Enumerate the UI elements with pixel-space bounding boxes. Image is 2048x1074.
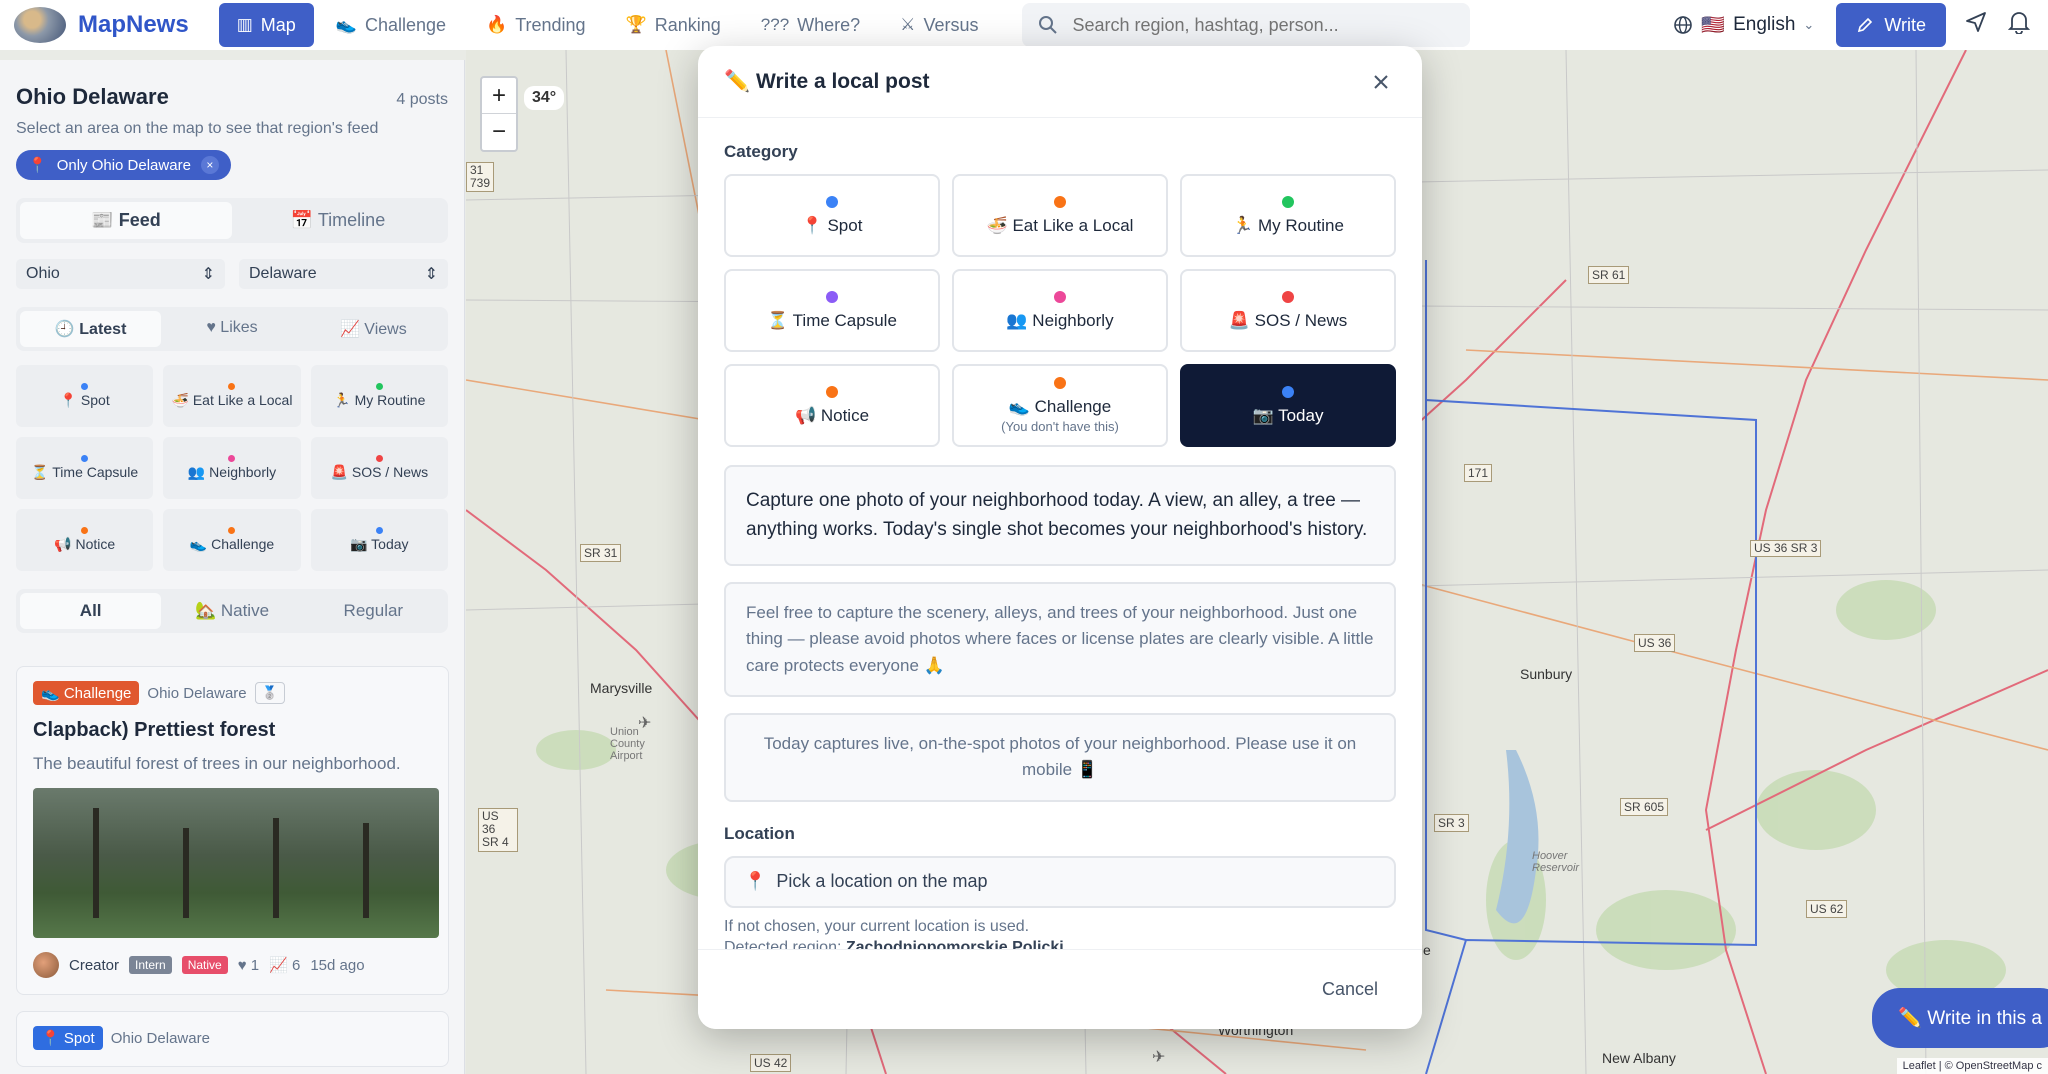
pin-icon: 📍 bbox=[744, 871, 767, 892]
modal-title-text: Write a local post bbox=[756, 69, 930, 93]
location-label: Location bbox=[724, 823, 795, 843]
modal-title: ✏️ Write a local post bbox=[724, 70, 930, 94]
category-option-label: 🏃 My Routine bbox=[1232, 215, 1344, 235]
pencil-icon: ✏️ bbox=[724, 69, 751, 93]
category-option[interactable]: 👥 Neighborly bbox=[952, 269, 1168, 352]
category-dot bbox=[1054, 377, 1066, 389]
write-post-modal: ✏️ Write a local post Category 📍 Spot 🍜 E… bbox=[698, 46, 1422, 1029]
modal-footer: Cancel bbox=[698, 949, 1422, 1029]
category-option[interactable]: ⏳ Time Capsule bbox=[724, 269, 940, 352]
category-option[interactable]: 🍜 Eat Like a Local bbox=[952, 174, 1168, 257]
category-option[interactable]: 🚨 SOS / News bbox=[1180, 269, 1396, 352]
category-options: 📍 Spot 🍜 Eat Like a Local 🏃 My Routine ⏳ Ti… bbox=[724, 174, 1396, 447]
category-option-label: 📢 Notice bbox=[794, 405, 870, 425]
category-dot bbox=[826, 385, 838, 398]
close-icon[interactable] bbox=[1366, 67, 1396, 97]
category-option-label: 👟 Challenge bbox=[1008, 397, 1112, 416]
cancel-button[interactable]: Cancel bbox=[1322, 979, 1378, 1000]
category-dot bbox=[1054, 195, 1066, 208]
category-option-note: (You don't have this) bbox=[1001, 419, 1119, 434]
category-option[interactable]: 👟 Challenge (You don't have this) bbox=[952, 364, 1168, 447]
category-option[interactable]: 📷 Today bbox=[1180, 364, 1396, 447]
category-option-label: 📷 Today bbox=[1252, 405, 1324, 425]
category-option[interactable]: 📢 Notice bbox=[724, 364, 940, 447]
category-dot bbox=[1282, 195, 1294, 208]
category-option[interactable]: 📍 Spot bbox=[724, 174, 940, 257]
category-dot bbox=[1054, 290, 1066, 303]
category-option-label: ⏳ Time Capsule bbox=[767, 310, 897, 330]
category-dot bbox=[826, 195, 838, 208]
guidance-note: Feel free to capture the scenery, alleys… bbox=[724, 582, 1396, 698]
category-dot bbox=[1282, 290, 1294, 303]
category-dot bbox=[826, 290, 838, 303]
category-option-label: 🚨 SOS / News bbox=[1228, 310, 1348, 330]
category-label: Category bbox=[724, 142, 798, 161]
category-option-label: 👥 Neighborly bbox=[1006, 310, 1114, 330]
location-picker[interactable]: 📍 Pick a location on the map bbox=[724, 855, 1396, 908]
location-hint-line: If not chosen, your current location is … bbox=[724, 917, 1030, 935]
location-placeholder: Pick a location on the map bbox=[776, 871, 988, 892]
category-description: Capture one photo of your neighborhood t… bbox=[724, 465, 1396, 566]
category-option-label: 🍜 Eat Like a Local bbox=[986, 215, 1134, 235]
category-dot bbox=[1282, 385, 1294, 398]
mobile-note: Today captures live, on-the-spot photos … bbox=[724, 713, 1396, 802]
category-option[interactable]: 🏃 My Routine bbox=[1180, 174, 1396, 257]
category-option-label: 📍 Spot bbox=[801, 215, 863, 235]
